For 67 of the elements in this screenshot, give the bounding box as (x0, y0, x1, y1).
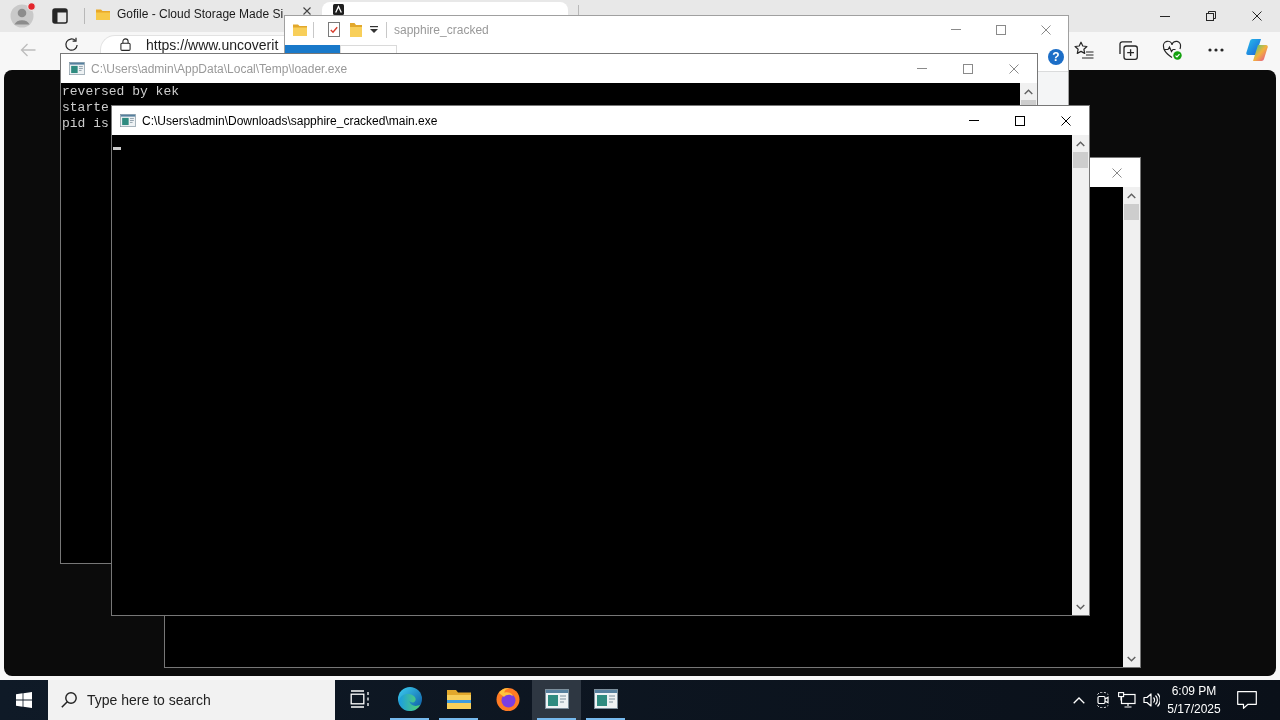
console-window-icon (593, 689, 618, 709)
profile-avatar-icon[interactable] (10, 2, 36, 28)
flame-globe-icon (495, 687, 520, 711)
chevron-down-icon (1127, 655, 1136, 662)
dropdown-caret-icon[interactable] (370, 26, 378, 33)
folder-favicon-icon (96, 8, 110, 20)
restore-icon (1206, 11, 1216, 21)
minimize-icon (1160, 15, 1170, 17)
chevron-down-icon (1076, 603, 1085, 610)
tab-close-icon[interactable] (303, 7, 311, 15)
refresh-icon (63, 37, 79, 52)
address-field[interactable]: https://www.uncoverit (100, 35, 284, 53)
taskbar-app-button[interactable] (532, 680, 581, 720)
volume-icon[interactable] (1142, 692, 1160, 708)
console-line: pid is (62, 116, 109, 132)
scrollbar[interactable] (1020, 83, 1037, 105)
close-icon (1112, 167, 1122, 178)
folder-icon (446, 689, 471, 709)
window-title: C:\Users\admin\Downloads\sapphire_cracked\main.exe (142, 113, 438, 128)
browser-tab[interactable] (322, 2, 568, 15)
back-arrow-icon (20, 43, 36, 57)
minimize-icon (969, 120, 979, 121)
windows-logo-icon (16, 692, 32, 708)
console-window-icon (544, 689, 569, 709)
notification-icon[interactable] (1237, 691, 1257, 709)
minimize-icon (917, 68, 927, 69)
search-icon (61, 692, 77, 708)
chevron-up-icon (1076, 140, 1085, 147)
chevron-up-icon (1127, 192, 1136, 199)
heartbeat-check-icon (1162, 40, 1182, 60)
minimize-icon (950, 29, 961, 30)
console-window-icon (120, 114, 136, 127)
wave-browser-icon (397, 687, 422, 711)
close-icon (1252, 11, 1262, 21)
chevron-up-icon (1024, 88, 1033, 95)
clock-time: 6:09 PM (1171, 683, 1217, 700)
console-line: reversed by kek (62, 84, 180, 100)
scrollbar[interactable] (1072, 135, 1089, 615)
window-title: C:\Users\admin\AppData\Local\Temp\loader.exe (91, 61, 348, 76)
star-list-icon (1074, 41, 1094, 59)
scrollbar-thumb[interactable] (1124, 204, 1139, 220)
clock-date: 5/17/2025 (1167, 701, 1221, 718)
scrollbar-thumb[interactable] (1021, 100, 1036, 105)
chevron-up-icon[interactable] (1073, 696, 1085, 704)
slanted-tiles-logo-icon (1246, 39, 1268, 61)
window-title: sapphire_cracked (394, 22, 489, 37)
maximize-icon (995, 24, 1006, 35)
tab-panel-icon[interactable] (52, 8, 68, 24)
console-window-icon (69, 62, 85, 75)
maximize-icon (963, 63, 973, 74)
video-camera-icon[interactable] (1095, 692, 1111, 708)
network-computer-icon[interactable] (1118, 692, 1136, 708)
stacked-squares-plus-icon (1118, 40, 1138, 60)
task-view-icon (350, 690, 370, 708)
help-button[interactable]: ? (1048, 49, 1064, 65)
checked-document-icon[interactable] (328, 22, 340, 37)
close-icon (1040, 24, 1051, 35)
maximize-icon (1015, 115, 1025, 126)
browser-tab[interactable]: Gofile - Cloud Storage Made Si (88, 4, 284, 32)
more-dots-icon (1208, 48, 1224, 52)
padlock-icon (120, 38, 131, 51)
scrollbar-thumb[interactable] (1073, 152, 1088, 168)
close-icon (1009, 63, 1019, 74)
console-line: starte (62, 100, 109, 116)
scrollbar[interactable] (1123, 187, 1140, 667)
search-field[interactable]: Type here to search (48, 680, 335, 720)
close-icon (1061, 115, 1071, 126)
